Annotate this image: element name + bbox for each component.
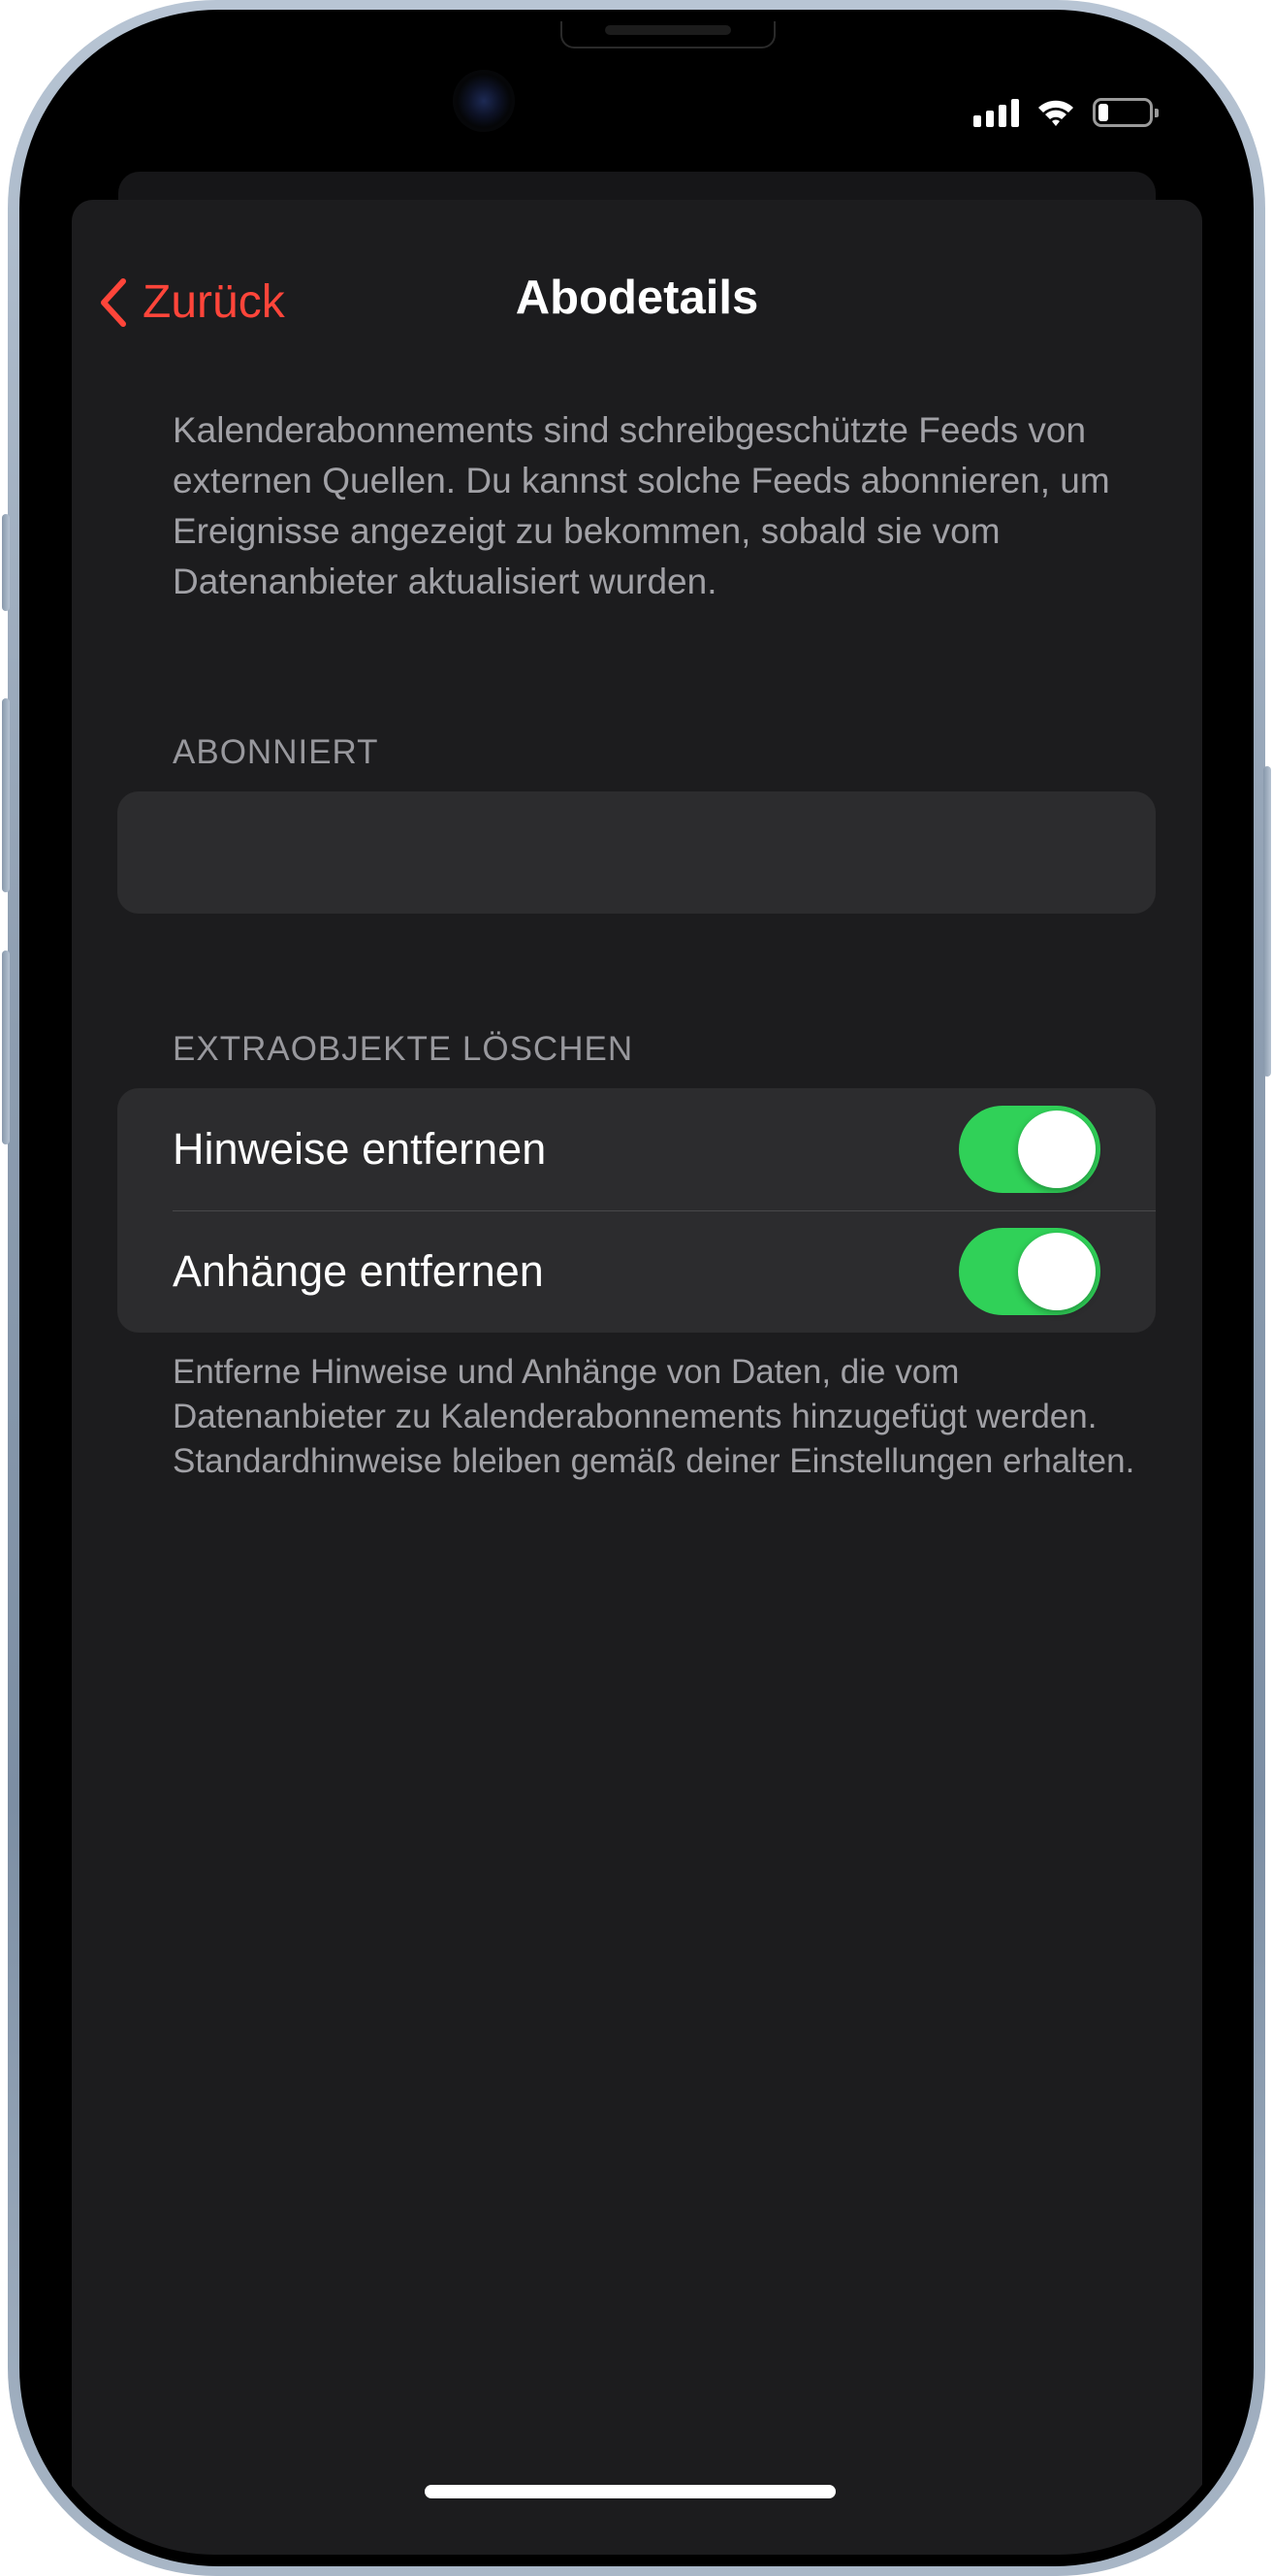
power-button [1263, 766, 1271, 1077]
screen: Zurück Abodetails Kalenderabonnements si… [31, 21, 1242, 2555]
list-item-remove-attachments: Anhänge entfernen [117, 1210, 1156, 1333]
action-button [2, 514, 10, 611]
remove-attachments-toggle[interactable] [959, 1228, 1100, 1315]
subscription-details-sheet: Zurück Abodetails Kalenderabonnements si… [72, 200, 1202, 2555]
remove-extras-footer: Entferne Hinweise und Anhänge von Daten,… [173, 1353, 1135, 1480]
list-item-remove-alerts: Hinweise entfernen [117, 1088, 1156, 1210]
subscribed-section-header: ABONNIERT [173, 733, 379, 771]
remove-alerts-label: Hinweise entfernen [173, 1124, 547, 1174]
toggle-knob [1018, 1111, 1096, 1188]
cellular-signal-icon [973, 98, 1019, 127]
speaker-grill [605, 25, 731, 35]
home-indicator[interactable] [425, 2485, 836, 2498]
wifi-icon [1038, 100, 1073, 126]
device-stage: Zurück Abodetails Kalenderabonnements si… [0, 0, 1273, 2576]
navigation-bar: Zurück Abodetails [72, 200, 1202, 328]
remove-extras-list: Hinweise entfernen Anhänge entfernen [117, 1088, 1156, 1333]
volume-up-button [2, 698, 10, 892]
remove-extras-section-header: EXTRAOBJEKTE LÖSCHEN [173, 1030, 634, 1068]
front-camera [453, 70, 515, 132]
remove-alerts-toggle[interactable] [959, 1106, 1100, 1193]
intro-description: Kalenderabonnements sind schreibgeschütz… [173, 410, 1110, 601]
remove-attachments-label: Anhänge entfernen [173, 1246, 544, 1296]
battery-icon [1093, 98, 1159, 127]
battery-level [1098, 104, 1108, 121]
page-title: Abodetails [515, 272, 759, 324]
toggle-knob [1018, 1233, 1096, 1310]
subscribed-list [117, 791, 1156, 914]
volume-down-button [2, 950, 10, 1144]
status-bar [973, 93, 1159, 132]
speaker-notch [560, 21, 776, 48]
